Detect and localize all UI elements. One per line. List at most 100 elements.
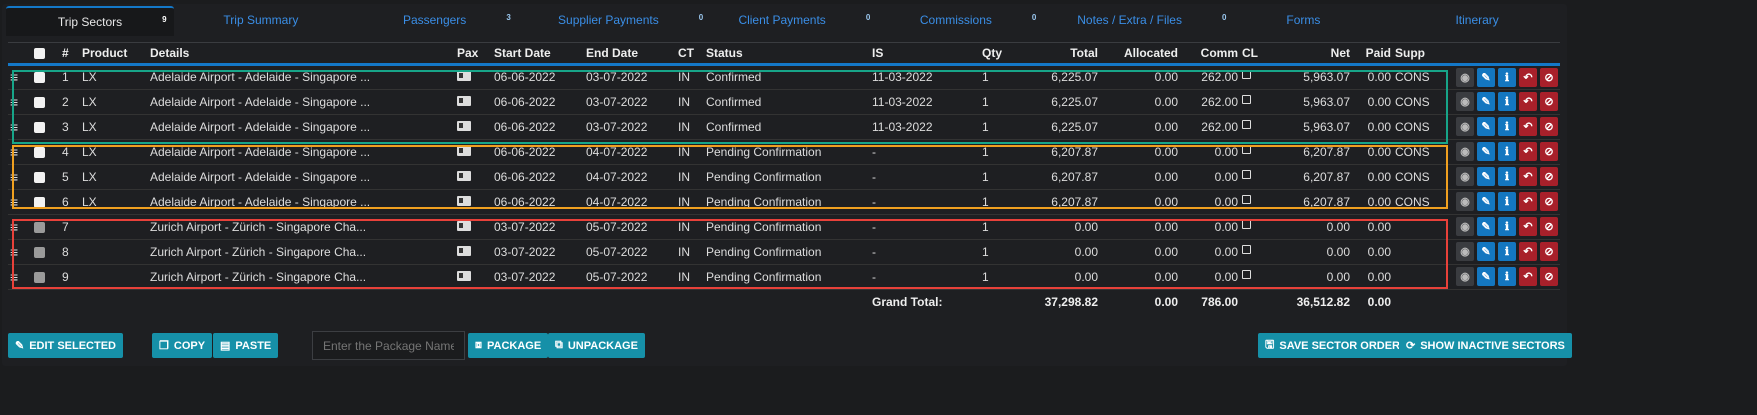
target-icon[interactable]: ◉ (1456, 142, 1474, 161)
edit-icon[interactable]: ✎ (1477, 192, 1495, 211)
passenger-card-icon[interactable] (455, 264, 492, 290)
tab-forms[interactable]: Forms (1217, 6, 1391, 36)
undo-icon[interactable]: ↶ (1519, 217, 1537, 236)
table-row[interactable]: ≡ 3 LX Adelaide Airport - Adelaide - Singap… (8, 114, 1560, 140)
tab-supplier-payments[interactable]: Supplier Payments 0 (522, 6, 703, 36)
target-icon[interactable]: ◉ (1456, 92, 1474, 111)
show-inactive-sectors-button[interactable]: ⟳ SHOW INACTIVE SECTORS (1399, 333, 1572, 358)
edit-icon[interactable]: ✎ (1477, 142, 1495, 161)
edit-icon[interactable]: ✎ (1477, 167, 1495, 186)
info-icon[interactable]: ℹ (1498, 192, 1516, 211)
drag-handle-icon[interactable]: ≡ (8, 89, 32, 115)
passenger-card-icon[interactable] (455, 114, 492, 140)
cl-checkbox[interactable] (1240, 164, 1290, 190)
table-row[interactable]: ≡ 7 Zurich Airport - Zürich - Singapore Ch… (8, 214, 1560, 240)
drag-handle-icon[interactable]: ≡ (8, 264, 32, 290)
passenger-card-icon[interactable] (455, 89, 492, 115)
table-row[interactable]: ≡ 9 Zurich Airport - Zürich - Singapore Ch… (8, 264, 1560, 290)
cancel-icon[interactable]: ⊘ (1540, 167, 1558, 186)
row-checkbox[interactable] (32, 264, 60, 290)
cl-checkbox[interactable] (1240, 139, 1290, 165)
cl-checkbox[interactable] (1240, 64, 1290, 90)
tab-notes-extra-files[interactable]: Notes / Extra / Files 0 (1043, 6, 1226, 36)
row-checkbox[interactable] (32, 139, 60, 165)
table-row[interactable]: ≡ 6 LX Adelaide Airport - Adelaide - Singap… (8, 189, 1560, 215)
row-checkbox[interactable] (32, 114, 60, 140)
table-row[interactable]: ≡ 5 LX Adelaide Airport - Adelaide - Singap… (8, 164, 1560, 190)
passenger-card-icon[interactable] (455, 64, 492, 90)
row-checkbox[interactable] (32, 89, 60, 115)
cl-checkbox[interactable] (1240, 239, 1290, 265)
edit-icon[interactable]: ✎ (1477, 267, 1495, 286)
undo-icon[interactable]: ↶ (1519, 92, 1537, 111)
passenger-card-icon[interactable] (455, 164, 492, 190)
edit-icon[interactable]: ✎ (1477, 242, 1495, 261)
cancel-icon[interactable]: ⊘ (1540, 267, 1558, 286)
undo-icon[interactable]: ↶ (1519, 267, 1537, 286)
row-checkbox[interactable] (32, 239, 60, 265)
tab-trip-summary[interactable]: Trip Summary (174, 6, 348, 36)
drag-handle-icon[interactable]: ≡ (8, 189, 32, 215)
tab-trip-sectors[interactable]: Trip Sectors 9 (6, 6, 174, 36)
target-icon[interactable]: ◉ (1456, 167, 1474, 186)
cl-checkbox[interactable] (1240, 114, 1290, 140)
cl-checkbox[interactable] (1240, 189, 1290, 215)
row-checkbox[interactable] (32, 164, 60, 190)
drag-handle-icon[interactable]: ≡ (8, 139, 32, 165)
cancel-icon[interactable]: ⊘ (1540, 242, 1558, 261)
target-icon[interactable]: ◉ (1456, 242, 1474, 261)
cancel-icon[interactable]: ⊘ (1540, 192, 1558, 211)
cancel-icon[interactable]: ⊘ (1540, 92, 1558, 111)
cancel-icon[interactable]: ⊘ (1540, 117, 1558, 136)
row-checkbox[interactable] (32, 189, 60, 215)
passenger-card-icon[interactable] (455, 139, 492, 165)
undo-icon[interactable]: ↶ (1519, 242, 1537, 261)
passenger-card-icon[interactable] (455, 214, 492, 240)
save-sector-order-button[interactable]: 🖫 SAVE SECTOR ORDER (1258, 333, 1407, 358)
info-icon[interactable]: ℹ (1498, 142, 1516, 161)
info-icon[interactable]: ℹ (1498, 167, 1516, 186)
target-icon[interactable]: ◉ (1456, 267, 1474, 286)
target-icon[interactable]: ◉ (1456, 192, 1474, 211)
table-row[interactable]: ≡ 8 Zurich Airport - Zürich - Singapore Ch… (8, 239, 1560, 265)
drag-handle-icon[interactable]: ≡ (8, 164, 32, 190)
edit-icon[interactable]: ✎ (1477, 217, 1495, 236)
undo-icon[interactable]: ↶ (1519, 67, 1537, 87)
table-row[interactable]: ≡ 4 LX Adelaide Airport - Adelaide - Singap… (8, 139, 1560, 165)
package-button[interactable]: ⧈ PACKAGE (468, 333, 549, 358)
cancel-icon[interactable]: ⊘ (1540, 217, 1558, 236)
undo-icon[interactable]: ↶ (1519, 192, 1537, 211)
tab-commissions[interactable]: Commissions 0 (869, 6, 1043, 36)
drag-handle-icon[interactable]: ≡ (8, 239, 32, 265)
info-icon[interactable]: ℹ (1498, 92, 1516, 111)
cl-checkbox[interactable] (1240, 89, 1290, 115)
target-icon[interactable]: ◉ (1456, 117, 1474, 136)
paste-button[interactable]: ▤ PASTE (213, 333, 279, 358)
info-icon[interactable]: ℹ (1498, 267, 1516, 286)
tab-client-payments[interactable]: Client Payments 0 (695, 6, 870, 36)
package-name-input[interactable] (312, 331, 465, 360)
undo-icon[interactable]: ↶ (1519, 167, 1537, 186)
tab-itinerary[interactable]: Itinerary (1390, 6, 1564, 36)
cancel-icon[interactable]: ⊘ (1540, 67, 1558, 87)
passenger-card-icon[interactable] (455, 239, 492, 265)
edit-icon[interactable]: ✎ (1477, 117, 1495, 136)
cancel-icon[interactable]: ⊘ (1540, 142, 1558, 161)
copy-button[interactable]: ❐ COPY (152, 333, 213, 358)
passenger-card-icon[interactable] (455, 189, 492, 215)
edit-selected-button[interactable]: ✎ EDIT SELECTED (8, 333, 124, 358)
unpackage-button[interactable]: ⧉ UNPACKAGE (548, 333, 645, 358)
undo-icon[interactable]: ↶ (1519, 117, 1537, 136)
cl-checkbox[interactable] (1240, 264, 1290, 290)
drag-handle-icon[interactable]: ≡ (8, 214, 32, 240)
undo-icon[interactable]: ↶ (1519, 142, 1537, 161)
info-icon[interactable]: ℹ (1498, 117, 1516, 136)
cl-checkbox[interactable] (1240, 214, 1290, 240)
info-icon[interactable]: ℹ (1498, 217, 1516, 236)
info-icon[interactable]: ℹ (1498, 67, 1516, 87)
edit-icon[interactable]: ✎ (1477, 67, 1495, 87)
row-checkbox[interactable] (32, 214, 60, 240)
drag-handle-icon[interactable]: ≡ (8, 114, 32, 140)
drag-handle-icon[interactable]: ≡ (8, 64, 32, 90)
row-checkbox[interactable] (32, 64, 60, 90)
